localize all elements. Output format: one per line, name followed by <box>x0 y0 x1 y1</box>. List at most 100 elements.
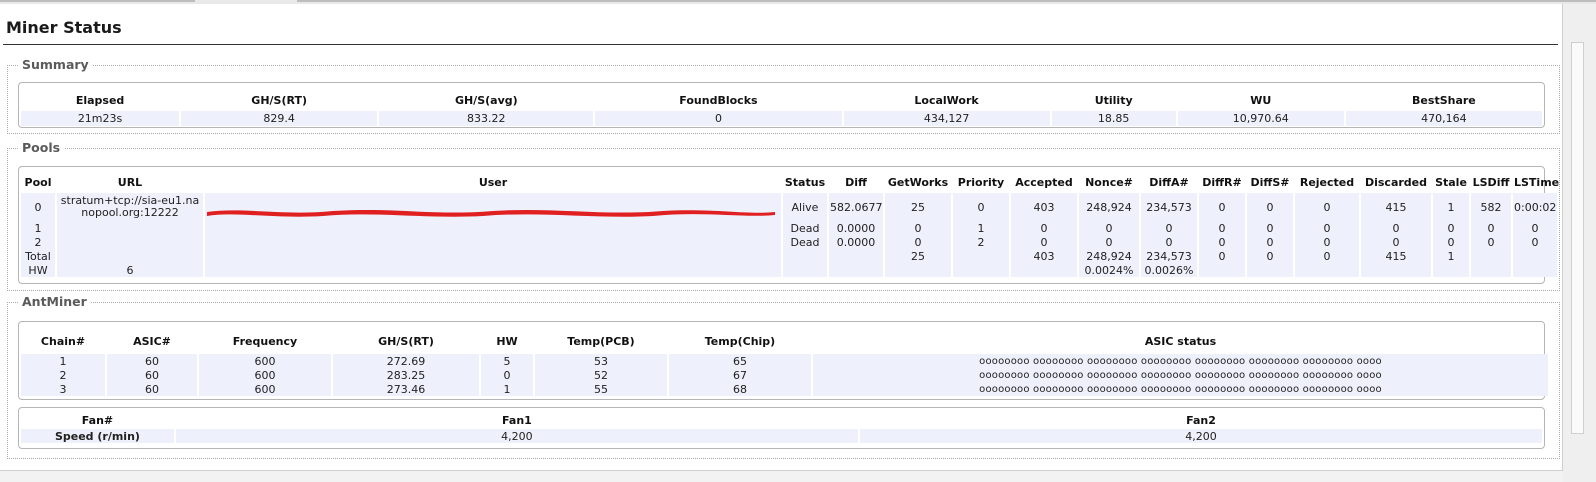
pools-legend: Pools <box>18 140 65 155</box>
chain-cell: 3 <box>21 382 105 396</box>
pool-cell: 1 <box>1433 249 1469 263</box>
pool-cell <box>205 249 781 263</box>
pools-table-box: Pool URL User Status Diff GetWorks Priority Acc… <box>18 166 1559 284</box>
chain-cell: 600 <box>199 354 331 368</box>
summary-table-box: Elapsed GH/S(RT) GH/S(avg) FoundBlocks L… <box>18 82 1545 128</box>
chain-cell: 5 <box>481 354 533 368</box>
antminer-legend: AntMiner <box>18 294 91 309</box>
pool-cell: 0 <box>1295 193 1359 221</box>
pool-cell: 0.0000 <box>829 221 883 235</box>
pool-cell: 0 <box>1199 235 1245 249</box>
pool-cell: 2 <box>21 235 55 249</box>
chain-cell: 67 <box>669 368 811 382</box>
fan-table-box: Fan# Fan1 Fan2 Speed (r/min) 4,200 4,200 <box>18 407 1545 449</box>
pool-cell <box>205 193 781 221</box>
pool-cell: 0 <box>1471 235 1511 249</box>
pool-cell: 0 <box>1247 193 1293 221</box>
pool-header: GetWorks <box>887 175 949 189</box>
pool-header: URL <box>117 175 143 189</box>
pool-cell: 0 <box>1141 235 1197 249</box>
pool-cell: 0 <box>1295 249 1359 263</box>
chain-table: Chain# ASIC# Frequency GH/S(RT) HW Temp(PCB) T… <box>19 328 1550 396</box>
pool-cell: 248,924 <box>1079 249 1139 263</box>
table-row: HW 6 0.0024% 0.0026% <box>21 263 1557 277</box>
pool-cell: 0 <box>1079 221 1139 235</box>
pool-cell <box>1433 263 1469 277</box>
pool-cell: 0 <box>1513 221 1557 235</box>
pool-cell: 582 <box>1471 193 1511 221</box>
pools-table: Pool URL User Status Diff GetWorks Priority Acc… <box>19 171 1559 277</box>
summary-value: 434,127 <box>843 111 1050 126</box>
pool-cell: 403 <box>1011 193 1077 221</box>
summary-table: Elapsed GH/S(RT) GH/S(avg) FoundBlocks L… <box>19 89 1544 126</box>
pool-cell: 0 <box>1247 249 1293 263</box>
chain-table-box: Chain# ASIC# Frequency GH/S(RT) HW Temp(PCB) T… <box>18 321 1548 400</box>
pool-cell: 0 <box>885 221 951 235</box>
tab-indicator <box>297 0 1596 2</box>
pool-cell: 25 <box>885 193 951 221</box>
pool-cell: 0 <box>885 235 951 249</box>
pool-cell <box>829 263 883 277</box>
summary-value: 0 <box>595 111 842 126</box>
tab-indicator <box>0 0 195 2</box>
summary-header: WU <box>1250 93 1272 107</box>
summary-header: FoundBlocks <box>679 93 758 107</box>
chain-cell: 60 <box>107 368 197 382</box>
pool-cell: 0 <box>1079 235 1139 249</box>
pool-cell: 1 <box>953 221 1009 235</box>
pool-cell: Dead <box>783 235 827 249</box>
summary-value: 833.22 <box>379 111 594 126</box>
pool-cell <box>829 249 883 263</box>
chain-header: Temp(PCB) <box>567 334 635 348</box>
fan-header: Fan1 <box>502 413 532 427</box>
summary-header: GH/S(avg) <box>454 93 518 107</box>
pool-cell: 0 <box>1295 221 1359 235</box>
scrollbar-thumb[interactable] <box>1571 42 1584 434</box>
chain-header: HW <box>496 334 518 348</box>
pool-cell <box>1513 263 1557 277</box>
pool-cell <box>57 221 203 235</box>
pool-cell: 0.0000 <box>829 235 883 249</box>
chain-header: Frequency <box>232 334 298 348</box>
chain-cell: 600 <box>199 382 331 396</box>
pool-cell: 0 <box>1199 221 1245 235</box>
pool-cell: 0.0024% <box>1079 263 1139 277</box>
pool-cell: 0 <box>1513 235 1557 249</box>
pool-cell <box>57 249 203 263</box>
pool-cell: 1 <box>1433 193 1469 221</box>
chain-cell: 600 <box>199 368 331 382</box>
fan-header: Fan# <box>81 413 114 427</box>
summary-header: Elapsed <box>75 93 125 107</box>
pool-cell: 1 <box>21 221 55 235</box>
pool-cell: 415 <box>1361 249 1431 263</box>
chain-cell: 272.69 <box>333 354 479 368</box>
summary-section: Summary Elapsed GH/S(RT) GH/S(avg) Found… <box>7 57 1560 134</box>
pool-cell <box>1361 263 1431 277</box>
vertical-scrollbar[interactable] <box>1563 4 1596 482</box>
pool-cell <box>885 263 951 277</box>
pool-cell: 0:00:02 <box>1513 193 1557 221</box>
fan-cell: 4,200 <box>859 429 1542 443</box>
pool-cell <box>1471 249 1511 263</box>
pool-cell: 0.0026% <box>1141 263 1197 277</box>
fan-cell: Speed (r/min) <box>21 429 174 443</box>
pool-cell: 0 <box>1247 235 1293 249</box>
pool-cell: 0 <box>1361 235 1431 249</box>
pool-cell: 0 <box>1199 193 1245 221</box>
pool-cell <box>783 263 827 277</box>
pool-cell: 248,924 <box>1079 193 1139 221</box>
chain-header: GH/S(RT) <box>378 334 434 348</box>
pools-section: Pools Pool URL User Status Diff GetWorks Prior… <box>7 140 1560 291</box>
pool-cell <box>1295 263 1359 277</box>
table-row: 1 Dead 0.0000 0 1 0 0 0 0 0 0 0 0 0 0 <box>21 221 1557 235</box>
summary-legend: Summary <box>18 57 93 72</box>
pool-cell <box>1513 249 1557 263</box>
chain-cell: 53 <box>535 354 667 368</box>
pool-cell: 0 <box>1433 221 1469 235</box>
pool-cell <box>1471 263 1511 277</box>
pool-cell: 582.0677 <box>829 193 883 221</box>
chain-cell: 55 <box>535 382 667 396</box>
pool-cell: Dead <box>783 221 827 235</box>
pool-header: Diff <box>845 175 867 189</box>
pool-header: LSTime <box>1514 175 1560 189</box>
